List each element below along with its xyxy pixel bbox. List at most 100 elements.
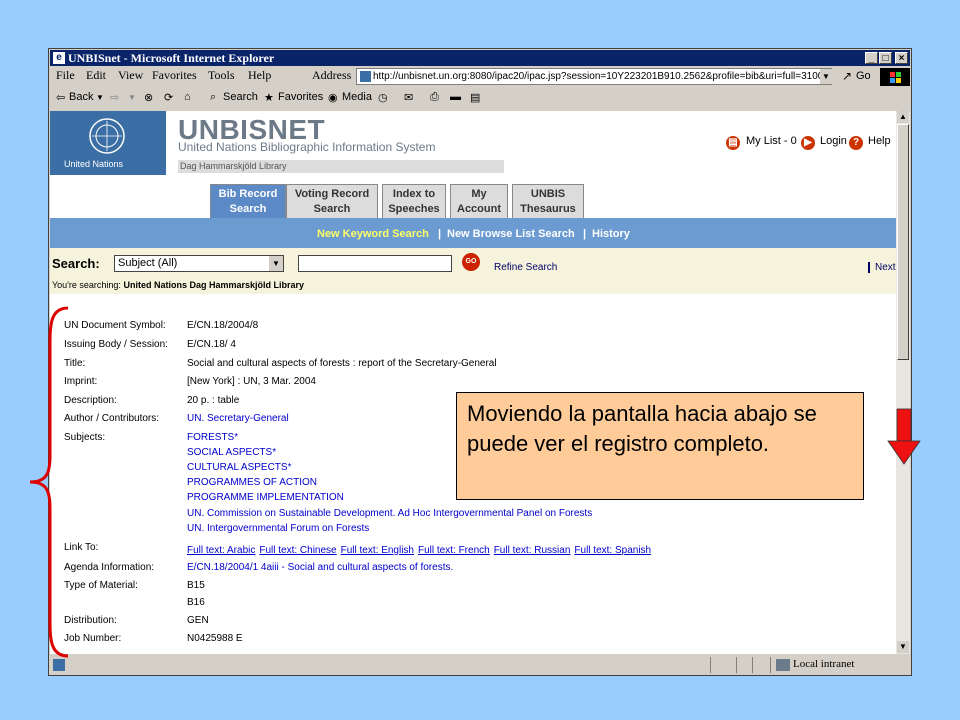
status-divider — [736, 657, 737, 673]
subject-link[interactable]: PROGRAMMES OF ACTION — [187, 477, 317, 488]
menu-favorites[interactable]: Favorites — [152, 68, 197, 83]
job-number-value: N0425988 E — [187, 633, 243, 644]
login-link[interactable]: Login — [820, 135, 847, 147]
print-icon[interactable]: ⎙ — [430, 91, 439, 104]
edit-icon[interactable]: ▬ — [450, 91, 461, 103]
new-browse-list-search-link[interactable]: New Browse List Search — [447, 228, 575, 240]
refresh-icon[interactable]: ⟳ — [164, 91, 173, 104]
library-bar: Dag Hammarskjöld Library — [178, 160, 504, 173]
minimize-button[interactable]: _ — [865, 52, 878, 64]
menu-file[interactable]: File — [56, 68, 75, 83]
forward-dropdown-icon[interactable]: ▼ — [128, 93, 136, 102]
tab-label-line2: Speeches — [388, 203, 440, 215]
tab-unbis-thesaurus[interactable]: UNBIS Thesaurus — [512, 184, 584, 218]
tab-label-line2: Account — [457, 203, 501, 215]
subject-link[interactable]: SOCIAL ASPECTS* — [187, 447, 276, 458]
menu-edit[interactable]: Edit — [86, 68, 106, 83]
menu-view[interactable]: View — [118, 68, 143, 83]
back-dropdown-icon[interactable]: ▼ — [96, 93, 104, 102]
close-button[interactable]: × — [895, 52, 908, 64]
full-text-chinese-link[interactable]: Full text: Chinese — [259, 545, 336, 556]
next-link[interactable]: Next — [868, 262, 896, 273]
go-button[interactable]: Go — [856, 70, 871, 82]
media-icon[interactable]: ◉ — [328, 91, 338, 104]
subject-link[interactable]: PROGRAMME IMPLEMENTATION — [187, 492, 344, 503]
nav-separator: | — [438, 228, 442, 240]
search-toolbar-button[interactable]: Search — [223, 91, 258, 103]
tab-index-to-speeches[interactable]: Index to Speeches — [382, 184, 446, 218]
agenda-link[interactable]: E/CN.18/2004/1 4aiii - Social and cultur… — [187, 562, 453, 573]
page-icon — [360, 71, 371, 82]
full-text-spanish-link[interactable]: Full text: Spanish — [574, 545, 651, 556]
address-field[interactable]: http://unbisnet.un.org:8080/ipac20/ipac.… — [356, 68, 832, 85]
ie-icon: e — [53, 52, 65, 64]
tab-voting-record-search[interactable]: Voting Record Search — [286, 184, 378, 218]
help-link[interactable]: Help — [868, 135, 891, 147]
full-text-french-link[interactable]: Full text: French — [418, 545, 490, 556]
windows-logo-icon — [880, 68, 910, 86]
tab-my-account[interactable]: My Account — [450, 184, 508, 218]
search-go-button[interactable]: GO — [462, 253, 480, 271]
agenda-label: Agenda Information: — [64, 562, 155, 573]
subject-link[interactable]: UN. Commission on Sustainable Developmen… — [187, 508, 592, 519]
back-button[interactable]: Back — [69, 91, 93, 103]
author-link[interactable]: UN. Secretary-General — [187, 413, 289, 424]
symbol-value: E/CN.18/2004/8 — [187, 320, 259, 331]
go-arrow-icon[interactable]: ↗ — [842, 69, 852, 83]
discuss-icon[interactable]: ▤ — [470, 91, 480, 104]
tab-label-line2: Thesaurus — [520, 203, 576, 215]
address-dropdown-icon[interactable]: ▼ — [820, 69, 832, 84]
help-icon[interactable]: ? — [849, 136, 863, 150]
search-icon[interactable]: ⌕ — [210, 91, 216, 104]
stop-icon[interactable]: ⊗ — [144, 91, 153, 104]
scrollbar-thumb[interactable] — [897, 124, 909, 360]
my-list-icon[interactable]: ▤ — [726, 136, 740, 150]
back-icon[interactable]: ⇦ — [56, 91, 65, 104]
scroll-down-icon[interactable]: ▼ — [897, 641, 909, 653]
media-toolbar-button[interactable]: Media — [342, 91, 372, 103]
symbol-label: UN Document Symbol: — [64, 320, 166, 331]
intranet-icon — [776, 659, 790, 671]
tab-label-line1: UNBIS — [530, 188, 566, 200]
description-value: 20 p. : table — [187, 395, 240, 406]
subject-link[interactable]: UN. Intergovernmental Forum on Forests — [187, 523, 369, 534]
home-icon[interactable]: ⌂ — [184, 91, 191, 103]
new-keyword-search-link[interactable]: New Keyword Search — [317, 228, 429, 240]
full-text-english-link[interactable]: Full text: English — [341, 545, 414, 556]
search-input[interactable] — [298, 255, 452, 272]
un-emblem-icon — [89, 118, 125, 154]
un-logo[interactable]: United Nations — [50, 111, 166, 175]
page-done-icon — [53, 659, 65, 671]
login-icon[interactable]: ▶ — [801, 136, 815, 150]
subject-link[interactable]: CULTURAL ASPECTS* — [187, 462, 291, 473]
tab-label-line1: Index to — [392, 188, 436, 200]
scroll-up-icon[interactable]: ▲ — [897, 111, 909, 123]
distribution-value: GEN — [187, 615, 209, 626]
chevron-down-icon[interactable]: ▼ — [269, 256, 283, 271]
searching-scope: You're searching: United Nations Dag Ham… — [52, 280, 304, 290]
title-value: Social and cultural aspects of forests :… — [187, 358, 497, 369]
red-brace-icon — [29, 306, 69, 658]
callout-text: Moviendo la pantalla hacia abajo se pued… — [467, 401, 817, 456]
history-link[interactable]: History — [592, 228, 630, 240]
address-url: http://unbisnet.un.org:8080/ipac20/ipac.… — [373, 71, 832, 82]
subject-link[interactable]: FORESTS* — [187, 432, 238, 443]
body-label: Issuing Body / Session: — [64, 339, 168, 350]
my-list-link[interactable]: My List - 0 — [746, 135, 797, 147]
window-title: UNBISnet - Microsoft Internet Explorer — [68, 51, 275, 65]
full-text-arabic-link[interactable]: Full text: Arabic — [187, 545, 255, 556]
menu-tools[interactable]: Tools — [208, 68, 235, 83]
favorites-icon[interactable]: ★ — [264, 91, 274, 104]
tab-label-line1: My — [471, 188, 487, 200]
full-text-russian-link[interactable]: Full text: Russian — [494, 545, 571, 556]
author-label: Author / Contributors: — [64, 413, 160, 424]
menu-help[interactable]: Help — [248, 68, 271, 83]
mail-icon[interactable]: ✉ — [404, 91, 413, 104]
search-scope-select[interactable]: Subject (All) ▼ — [114, 255, 284, 272]
refine-search-link[interactable]: Refine Search — [494, 262, 557, 273]
tab-bib-record-search[interactable]: Bib Record Search — [210, 184, 286, 218]
history-icon[interactable]: ◷ — [378, 91, 388, 104]
favorites-toolbar-button[interactable]: Favorites — [278, 91, 323, 103]
forward-icon[interactable]: ⇨ — [110, 91, 119, 104]
maximize-button[interactable]: □ — [879, 52, 892, 64]
